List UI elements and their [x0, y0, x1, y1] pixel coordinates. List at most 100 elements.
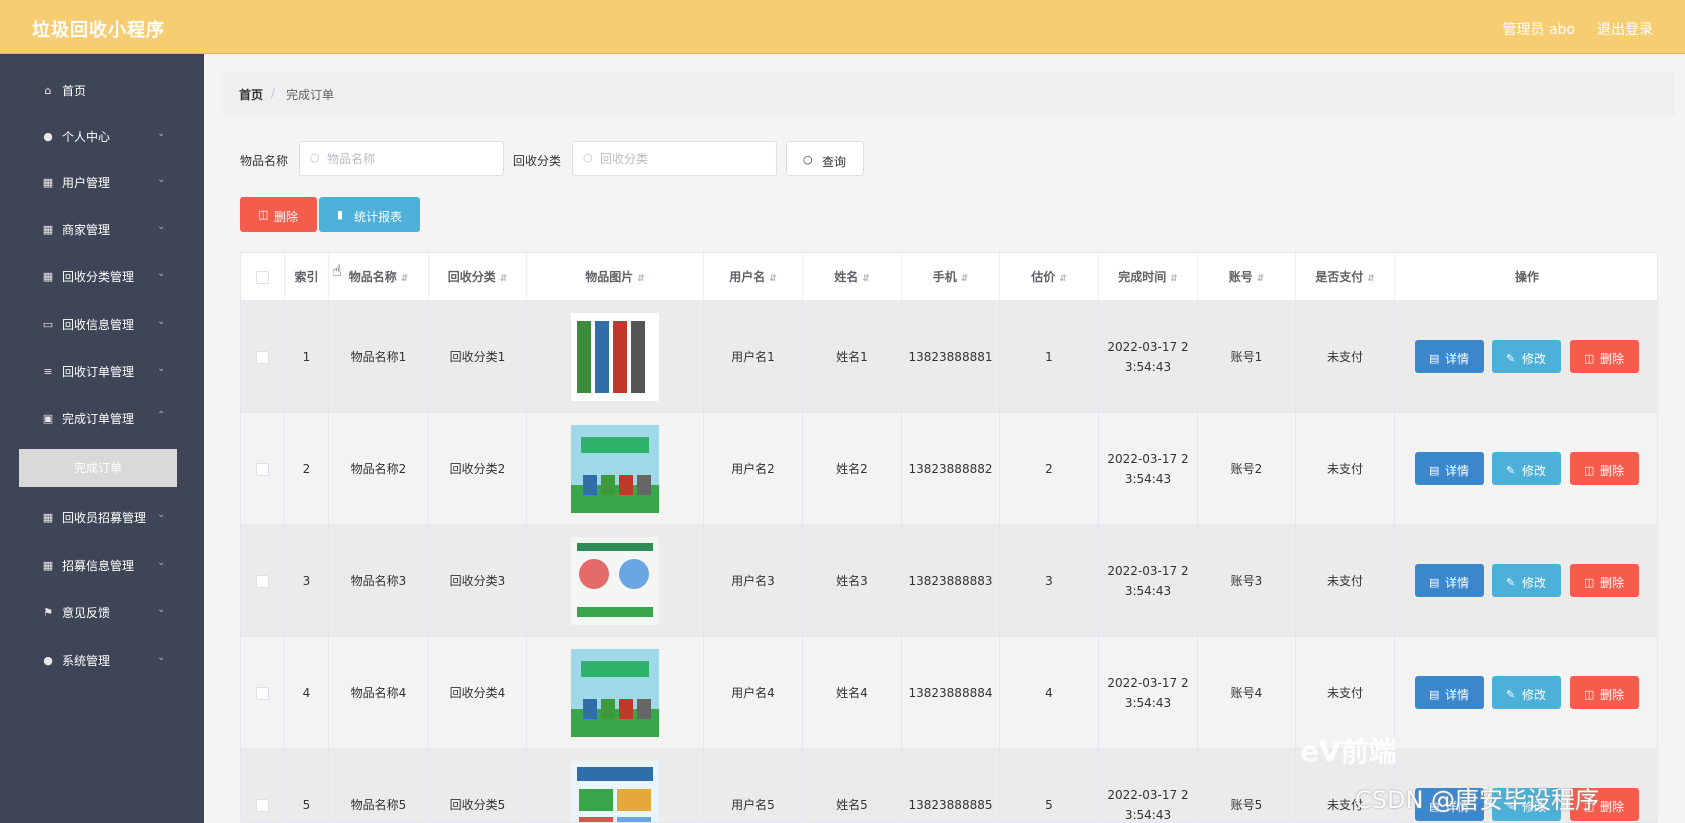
- category-input[interactable]: [600, 150, 760, 168]
- edit-button[interactable]: ✎ 修改: [1492, 340, 1561, 373]
- cell-item-name-text: 物品名称2: [350, 462, 407, 476]
- col-price[interactable]: 估价 ⇵: [1000, 253, 1099, 301]
- cell-image: [527, 637, 704, 749]
- edit-button-label: 修改: [1522, 464, 1547, 478]
- cell-category: 回收分类2: [429, 413, 527, 525]
- delete-button[interactable]: ◫ 删除: [1570, 676, 1639, 709]
- table-row: 1 物品名称1 回收分类1 用户名1 姓名1 13823888881 1 2022-03-17…: [241, 301, 1657, 413]
- sidebar-subitem-completed-orders[interactable]: 完成订单: [19, 449, 177, 487]
- sort-icon[interactable]: ⇵: [637, 274, 645, 284]
- row-checkbox[interactable]: [256, 574, 269, 588]
- edit-button[interactable]: ✎ 修改: [1492, 564, 1561, 597]
- col-username[interactable]: 用户名 ⇵: [704, 253, 803, 301]
- item-name-input-wrap[interactable]: ○: [299, 141, 504, 176]
- col-realname[interactable]: 姓名 ⇵: [803, 253, 902, 301]
- cell-select[interactable]: [241, 525, 285, 637]
- row-checkbox[interactable]: [256, 686, 269, 700]
- stats-report-button[interactable]: ▮ 统计报表: [319, 197, 420, 232]
- category-input-wrap[interactable]: ○: [572, 141, 777, 176]
- sort-icon[interactable]: ⇵: [500, 274, 508, 284]
- detail-button[interactable]: ▤ 详情: [1415, 340, 1484, 373]
- cell-realname-text: 姓名5: [836, 798, 868, 812]
- logout-link[interactable]: 退出登录: [1597, 19, 1653, 39]
- item-name-input[interactable]: [327, 150, 487, 168]
- query-button[interactable]: ○ 查询: [786, 141, 864, 176]
- chevron-down-icon: ⌄: [157, 557, 166, 568]
- time-line-1: 2022-03-17 2: [1107, 676, 1189, 690]
- search-icon: ○: [310, 151, 320, 164]
- sort-icon[interactable]: ⇵: [1059, 274, 1067, 284]
- sidebar-item-collector-recruit[interactable]: ▦ 回收员招募管理 ⌄: [0, 495, 204, 542]
- sort-icon[interactable]: ⇵: [401, 274, 409, 284]
- sidebar-item-merchants[interactable]: ▦ 商家管理 ⌄: [0, 207, 204, 254]
- delete-button[interactable]: ◫ 删除: [1570, 340, 1639, 373]
- item-image: [571, 313, 659, 401]
- col-phone[interactable]: 手机 ⇵: [902, 253, 1000, 301]
- time-line-2: 3:54:43: [1124, 472, 1172, 486]
- detail-button[interactable]: ▤ 详情: [1415, 676, 1484, 709]
- cell-actions: ▤ 详情 ✎ 修改 ◫ 删除: [1395, 413, 1657, 525]
- sort-icon[interactable]: ⇵: [961, 274, 969, 284]
- edit-button[interactable]: ✎ 修改: [1492, 452, 1561, 485]
- sort-icon[interactable]: ⇵: [862, 274, 870, 284]
- sidebar-item-label: 商家管理: [62, 223, 111, 237]
- sidebar-item-recycle-info[interactable]: ▭ 回收信息管理 ⌄: [0, 302, 204, 349]
- cell-select[interactable]: [241, 301, 285, 413]
- cell-select[interactable]: [241, 637, 285, 749]
- select-all-checkbox[interactable]: [256, 270, 269, 284]
- col-time[interactable]: 完成时间 ⇵: [1099, 253, 1198, 301]
- cell-account: 账号5: [1198, 749, 1296, 822]
- col-image[interactable]: 物品图片 ⇵: [527, 253, 704, 301]
- sort-icon[interactable]: ⇵: [769, 274, 777, 284]
- cell-index: 5: [285, 749, 329, 822]
- app-title: 垃圾回收小程序: [32, 20, 165, 41]
- col-paid[interactable]: 是否支付 ⇵: [1296, 253, 1395, 301]
- cell-account: 账号1: [1198, 301, 1296, 413]
- col-item-name[interactable]: 物品名称 ⇵: [329, 253, 429, 301]
- edit-button[interactable]: ✎ 修改: [1492, 676, 1561, 709]
- pencil-icon: ✎: [1506, 464, 1516, 477]
- detail-button[interactable]: ▤ 详情: [1415, 452, 1484, 485]
- row-checkbox[interactable]: [256, 350, 269, 364]
- sidebar-item-feedback[interactable]: ⚑ 意见反馈 ⌄: [0, 590, 204, 637]
- item-name-label: 物品名称: [240, 154, 289, 168]
- cell-index-text: 2: [302, 462, 311, 476]
- batch-delete-button[interactable]: ◫ 删除: [240, 197, 317, 232]
- sidebar-item-profile[interactable]: ● 个人中心 ⌄: [0, 114, 204, 161]
- cell-category-text: 回收分类3: [449, 574, 506, 588]
- cell-realname: 姓名4: [803, 637, 902, 749]
- delete-button[interactable]: ◫ 删除: [1570, 564, 1639, 597]
- sidebar-item-completed-orders[interactable]: ▣ 完成订单管理 ⌃: [0, 396, 204, 443]
- col-account[interactable]: 账号 ⇵: [1198, 253, 1296, 301]
- table-row: 4 物品名称4 回收分类4 用户名4 姓名4 13823888884 4 2022-03-17…: [241, 637, 1657, 749]
- sidebar-item-label: 招募信息管理: [62, 559, 135, 573]
- sort-icon[interactable]: ⇵: [1257, 274, 1265, 284]
- sort-icon[interactable]: ⇵: [1170, 274, 1178, 284]
- delete-button[interactable]: ◫ 删除: [1570, 452, 1639, 485]
- row-checkbox[interactable]: [256, 798, 269, 812]
- sidebar-item-recruit-info[interactable]: ▦ 招募信息管理 ⌄: [0, 543, 204, 590]
- sidebar-item-categories[interactable]: ▦ 回收分类管理 ⌄: [0, 254, 204, 301]
- cell-paid-text: 未支付: [1326, 686, 1363, 700]
- cell-select[interactable]: [241, 413, 285, 525]
- cell-image: [527, 301, 704, 413]
- col-category[interactable]: 回收分类 ⇵: [429, 253, 527, 301]
- header-select-all[interactable]: [241, 253, 285, 301]
- cell-index-text: 1: [302, 350, 311, 364]
- sidebar-item-home[interactable]: ⌂ 首页: [0, 68, 204, 115]
- cell-category-text: 回收分类2: [449, 462, 506, 476]
- search-icon: ○: [803, 153, 813, 166]
- cell-select[interactable]: [241, 749, 285, 822]
- sidebar: ⌂ 首页 ● 个人中心 ⌄ ▦ 用户管理 ⌄ ▦ 商家管理 ⌄ ▦ 回收分类管理…: [0, 54, 204, 823]
- sidebar-item-users[interactable]: ▦ 用户管理 ⌄: [0, 160, 204, 207]
- sort-icon[interactable]: ⇵: [1367, 274, 1375, 284]
- breadcrumb-home[interactable]: 首页: [239, 86, 263, 103]
- cell-price: 4: [1000, 637, 1099, 749]
- detail-button[interactable]: ▤ 详情: [1415, 564, 1484, 597]
- col-category-label: 回收分类: [447, 270, 496, 284]
- sidebar-item-system[interactable]: ● 系统管理 ⌄: [0, 638, 204, 685]
- row-checkbox[interactable]: [256, 462, 269, 476]
- sidebar-item-recycle-orders[interactable]: ≡ 回收订单管理 ⌄: [0, 349, 204, 396]
- table-header: 索引 物品名称 ⇵ 回收分类 ⇵ 物品图片 ⇵ 用户名 ⇵ 姓名 ⇵ 手机 ⇵ 估价 ⇵ 完成…: [241, 253, 1657, 301]
- edit-button-label: 修改: [1522, 352, 1547, 366]
